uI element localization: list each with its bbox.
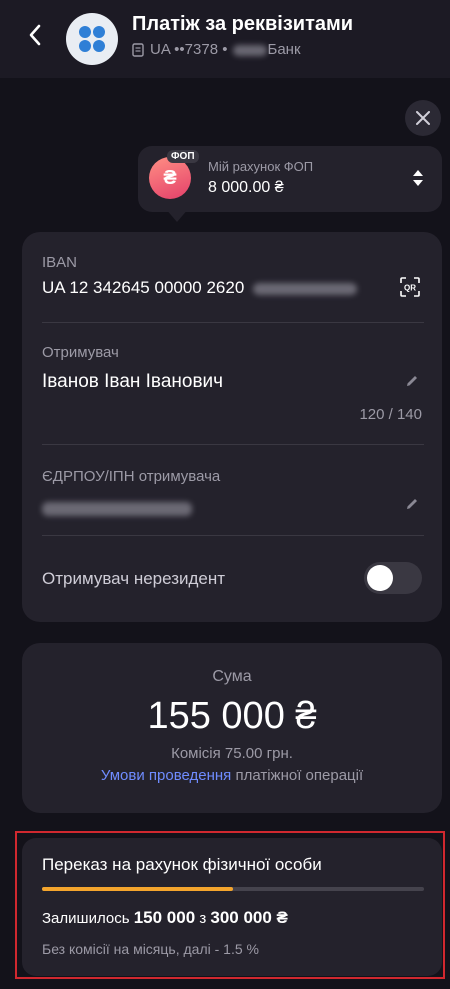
bank-logo [66,13,118,65]
divider [42,444,424,445]
edrpou-label: ЄДРПОУ/ІПН отримувача [42,468,221,485]
svg-text:QR: QR [404,284,416,293]
edit-edrpou-icon[interactable] [404,496,420,512]
recipient-label: Отримувач [42,344,119,361]
close-icon [416,111,430,125]
limit-note: Без комісії на місяць, далі - 1.5 % [42,941,259,957]
bank-suffix: Банк [267,41,301,58]
amount-label: Сума [212,668,252,685]
terms-link[interactable]: Умови проведення [101,767,231,784]
amount-input[interactable]: 155 000 ₴ [22,695,442,738]
recipient-form: IBAN UA 12 342645 00000 2620 QR Отримува… [22,232,442,622]
account-name: Мій рахунок ФОП [208,159,314,174]
iban-hidden-digits [253,282,358,295]
nonresident-label: Отримувач нерезидент [42,569,226,588]
transfer-limit-card: Переказ на рахунок фізичної особи Залиши… [22,838,442,976]
iban-label: IBAN [42,254,78,271]
limit-progress-fill [42,887,233,891]
bank-logo-icon [79,26,105,52]
remaining-mid: з [195,910,211,927]
divider [42,535,424,536]
switch-account-icon[interactable] [412,168,424,188]
remaining-value: 150 000 [133,908,196,927]
limit-remaining: Залишилось 150 000 з 300 000 ₴ [42,908,288,928]
recipient-field[interactable]: Іванов Іван Іванович [42,371,223,393]
qr-scan-icon[interactable]: QR [400,277,420,297]
remaining-prefix: Залишилось [42,910,134,927]
app-header: Платіж за реквізитами UA ••7378 • Банк [0,0,450,78]
fop-badge: ФОП [167,150,199,163]
total-value: 300 000 ₴ [210,908,288,927]
close-button[interactable] [405,100,441,136]
bank-name: Банк [233,41,301,58]
edit-recipient-icon[interactable] [404,373,420,389]
account-avatar: ₴ [149,157,191,199]
toggle-knob [367,565,393,591]
back-button[interactable] [22,20,48,50]
amount-card: Сума 155 000 ₴ Комісія 75.00 грн. Умови … [22,643,442,813]
recipient-char-counter: 120 / 140 [359,406,422,423]
account-card-pointer [165,208,189,222]
terms-text: Умови проведення платіжної операції [22,767,442,784]
source-account-selector[interactable]: ₴ ФОП Мій рахунок ФОП 8 000.00 ₴ [138,146,442,212]
edrpou-hidden-value [42,502,192,516]
iban-field[interactable]: UA 12 342645 00000 2620 [42,278,358,298]
limit-progress-bar [42,887,424,891]
page-title: Платіж за реквізитами [132,13,354,35]
divider [42,322,424,323]
document-icon [132,42,144,57]
fee-text: Комісія 75.00 грн. [171,745,293,762]
account-balance: 8 000.00 ₴ [208,179,284,196]
edrpou-field[interactable] [42,500,192,516]
header-subtitle: UA ••7378 • Банк [132,41,301,58]
iban-value: UA 12 342645 00000 2620 [42,278,245,297]
account-masked: UA ••7378 • [150,41,228,58]
terms-rest: платіжної операції [231,767,364,784]
nonresident-toggle[interactable] [364,562,422,594]
chevron-left-icon [29,24,41,46]
limit-title: Переказ на рахунок фізичної особи [42,855,322,874]
